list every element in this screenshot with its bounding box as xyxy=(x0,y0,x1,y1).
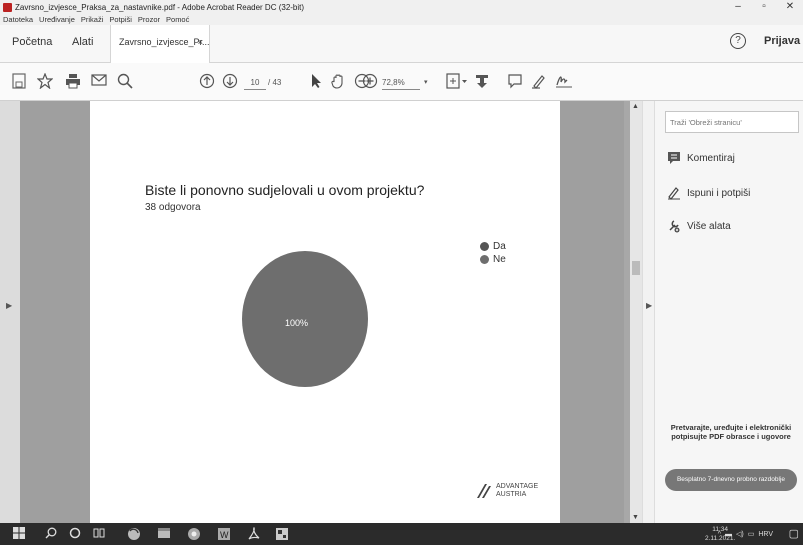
page-total: / 43 xyxy=(268,78,282,87)
menu-sign[interactable]: Potpiši xyxy=(109,14,132,25)
page-up-icon[interactable] xyxy=(199,73,215,91)
logo-text: ADVANTAGE AUSTRIA xyxy=(496,483,539,498)
word-icon[interactable]: W xyxy=(216,527,232,541)
language-indicator[interactable]: HRV xyxy=(758,531,773,538)
volume-icon[interactable]: ◁) xyxy=(736,530,744,538)
window-title: Zavrsno_izvjesce_Praksa_za_nastavnike.pd… xyxy=(15,2,305,12)
save-icon[interactable] xyxy=(12,73,26,91)
more-tools-icon xyxy=(669,220,680,233)
firefox-icon[interactable] xyxy=(126,527,142,541)
tab-document-label: Zavrsno_izvjesce_Pr... xyxy=(119,37,210,47)
chart-title: Biste li ponovno sudjelovali u ovom proj… xyxy=(145,182,425,198)
select-cursor-icon[interactable] xyxy=(310,73,322,91)
tools-search-input[interactable] xyxy=(665,111,799,133)
cortana-icon[interactable] xyxy=(68,527,82,541)
document-viewer[interactable]: ▶ Biste li ponovno sudjelovali u ovom pr… xyxy=(0,101,630,523)
comment-icon xyxy=(668,152,680,164)
chrome-icon[interactable] xyxy=(186,527,202,541)
close-button[interactable]: ✕ xyxy=(777,0,803,14)
chart-subtitle: 38 odgovora xyxy=(145,202,201,213)
legend-item-ne: Ne xyxy=(480,253,506,266)
zoom-dropdown-icon[interactable]: ▾ xyxy=(424,76,428,90)
chart-legend: Da Ne xyxy=(480,240,506,266)
scroll-up-icon[interactable]: ▲ xyxy=(632,103,639,110)
acrobat-icon xyxy=(3,2,12,12)
hand-tool-icon[interactable] xyxy=(330,73,346,91)
menu-bar: Datoteka Uređivanje Prikaži Potpiši Proz… xyxy=(0,14,803,25)
fit-page-icon[interactable] xyxy=(446,73,468,91)
zoom-level-input[interactable]: 72,8% xyxy=(382,76,420,90)
keyboard-icon[interactable]: ▭ xyxy=(748,530,755,538)
window-controls: – ▫ ✕ xyxy=(725,0,803,14)
svg-text:W: W xyxy=(220,530,229,540)
page-margin-right xyxy=(560,101,624,523)
app-icon[interactable] xyxy=(274,527,290,541)
scroll-mode-icon[interactable] xyxy=(474,73,490,91)
zoom-in-icon[interactable] xyxy=(362,73,378,91)
file-explorer-icon[interactable] xyxy=(156,527,172,541)
tab-bar: Početna Alati Zavrsno_izvjesce_Pr... × ?… xyxy=(0,25,803,63)
vertical-scrollbar[interactable]: ▲ ▼ xyxy=(630,101,642,523)
menu-view[interactable]: Prikaži xyxy=(81,14,104,25)
toolbar: 10 / 43 72,8% ▾ xyxy=(0,63,803,101)
scroll-down-icon[interactable]: ▼ xyxy=(632,514,639,521)
sign-icon[interactable] xyxy=(555,73,573,91)
legend-item-da: Da xyxy=(480,240,506,253)
acrobat-taskbar-icon[interactable] xyxy=(246,526,262,541)
free-trial-button[interactable]: Besplatno 7-dnevno probno razdoblje xyxy=(665,469,797,491)
notifications-icon[interactable]: ▢ xyxy=(789,527,799,540)
task-view-icon[interactable] xyxy=(92,527,106,541)
scrollbar-thumb[interactable] xyxy=(632,261,640,275)
taskbar: W ^ ▬ ◁) ▭ HRV 11:34 2.11.2021. ▢ xyxy=(0,523,803,545)
tool-fill-sign-label: Ispuni i potpiši xyxy=(687,187,751,199)
legend-swatch-ne xyxy=(480,255,489,264)
legend-label-da: Da xyxy=(493,241,506,252)
tools-pane: Komentiraj Ispuni i potpiši Više alata P… xyxy=(654,101,803,523)
signin-link[interactable]: Prijava xyxy=(764,35,800,47)
menu-edit[interactable]: Uređivanje xyxy=(39,14,75,25)
advantage-austria-logo: ADVANTAGE AUSTRIA xyxy=(476,483,538,499)
page-down-icon[interactable] xyxy=(222,73,238,91)
tab-document[interactable]: Zavrsno_izvjesce_Pr... × xyxy=(110,25,210,63)
promo-text: Pretvarajte, uređujte i elektronički pot… xyxy=(670,423,792,441)
star-icon[interactable] xyxy=(37,73,53,91)
tab-close-icon[interactable]: × xyxy=(198,25,203,59)
help-icon[interactable]: ? xyxy=(730,33,746,49)
pdf-page: Biste li ponovno sudjelovali u ovom proj… xyxy=(90,101,560,523)
logo-mark-icon xyxy=(477,484,491,498)
page-number-input[interactable]: 10 xyxy=(244,76,266,90)
taskbar-search-icon[interactable] xyxy=(44,527,58,541)
menu-window[interactable]: Prozor xyxy=(138,14,160,25)
tool-more-tools[interactable]: Više alata xyxy=(667,219,731,233)
collapse-right-icon[interactable]: ▶ xyxy=(646,301,652,310)
search-icon[interactable] xyxy=(117,73,133,91)
tool-comment-label: Komentiraj xyxy=(687,152,735,164)
email-icon[interactable] xyxy=(91,73,107,91)
highlight-pen-icon[interactable] xyxy=(531,73,547,91)
menu-help[interactable]: Pomoć xyxy=(166,14,189,25)
page-margin-left xyxy=(20,101,90,523)
menu-file[interactable]: Datoteka xyxy=(3,14,33,25)
legend-label-ne: Ne xyxy=(493,254,506,265)
windows-start-icon[interactable] xyxy=(12,527,26,541)
right-pane-toggle[interactable]: ▶ xyxy=(642,101,654,523)
comment-icon[interactable] xyxy=(507,73,523,91)
tab-home[interactable]: Početna xyxy=(12,25,52,63)
clock-date: 2.11.2021. xyxy=(705,535,736,542)
clock-time: 11:34 xyxy=(712,526,729,533)
tool-fill-sign[interactable]: Ispuni i potpiši xyxy=(667,186,750,200)
sign-pen-icon xyxy=(668,187,680,200)
maximize-button[interactable]: ▫ xyxy=(751,0,777,14)
tool-comment[interactable]: Komentiraj xyxy=(667,151,735,165)
print-icon[interactable] xyxy=(65,73,81,91)
legend-swatch-da xyxy=(480,242,489,251)
left-panel-toggle[interactable]: ▶ xyxy=(0,101,20,523)
title-bar: Zavrsno_izvjesce_Praksa_za_nastavnike.pd… xyxy=(0,0,803,14)
clock[interactable]: 11:34 2.11.2021. xyxy=(705,525,735,543)
pie-slice-label: 100% xyxy=(285,318,309,328)
tab-tools[interactable]: Alati xyxy=(72,25,93,63)
tool-more-tools-label: Više alata xyxy=(687,220,731,232)
expand-left-icon[interactable]: ▶ xyxy=(6,301,12,310)
minimize-button[interactable]: – xyxy=(725,0,751,14)
